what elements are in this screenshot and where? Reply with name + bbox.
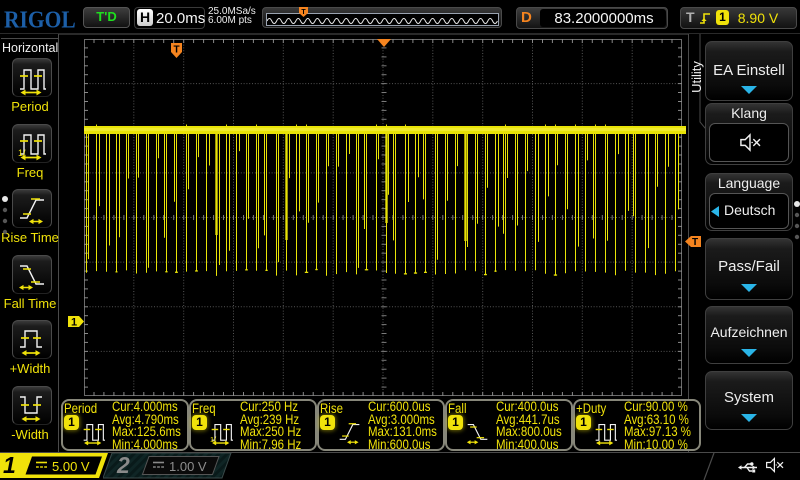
svg-text:1/: 1/ (210, 435, 217, 444)
svg-text:1: 1 (71, 317, 77, 328)
svg-text:T: T (173, 45, 179, 56)
svg-text:T: T (692, 237, 698, 247)
svg-text:T: T (301, 9, 306, 16)
svg-text:1/: 1/ (18, 148, 26, 158)
